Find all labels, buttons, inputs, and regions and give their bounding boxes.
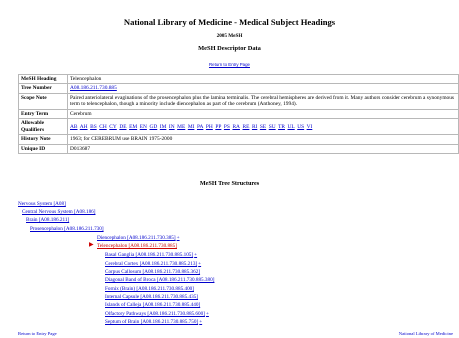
tree-node-nervous-system[interactable]: Nervous System [A08] — [18, 201, 66, 207]
tree-node-brain[interactable]: Brain [A08.186.211] — [26, 217, 69, 223]
expand-plus[interactable]: + — [206, 311, 209, 317]
tree-structure: Nervous System [A08] Central Nervous Sys… — [0, 0, 459, 338]
tree-node-basal-ganglia[interactable]: Basal Ganglia [A08.186.211.730.885.105]+ — [105, 252, 197, 258]
tree-node-diagonal-band-of-broca[interactable]: Diagonal Band of Broca [A08.186.211.730.… — [105, 277, 214, 283]
expand-plus[interactable]: + — [177, 235, 180, 241]
tree-node-central-nervous-system[interactable]: Central Nervous System [A08.186] — [22, 209, 95, 215]
footer-return-link[interactable]: Return to Entry Page — [18, 331, 57, 336]
tree-node-corpus-callosum[interactable]: Corpus Callosum [A08.186.211.730.885.362… — [105, 269, 200, 275]
expand-plus[interactable]: + — [198, 261, 201, 267]
tree-node-label: Basal Ganglia [A08.186.211.730.885.105] — [105, 252, 194, 258]
tree-node-diencephalon[interactable]: Diencephalon [A08.186.211.730.385]+ — [97, 235, 180, 241]
current-node-arrow-icon: ▶ — [89, 242, 94, 248]
tree-node-fornix[interactable]: Fornix (Brain) [A08.186.211.730.885.400] — [105, 286, 194, 292]
tree-node-telencephalon-current[interactable]: Telencephalon [A08.186.211.730.885] — [97, 243, 177, 249]
tree-node-label: Septum of Brain [A08.186.211.730.885.750… — [105, 319, 199, 325]
footer-nlm-link[interactable]: National Library of Medicine — [399, 331, 453, 336]
expand-plus[interactable]: + — [199, 319, 202, 325]
tree-node-prosencephalon[interactable]: Prosencephalon [A08.186.211.730] — [30, 226, 104, 232]
tree-node-cerebral-cortex[interactable]: Cerebral Cortex [A08.186.211.730.885.213… — [105, 261, 201, 267]
tree-node-internal-capsule[interactable]: Internal Capsule [A08.186.211.730.885.43… — [105, 294, 198, 300]
tree-node-label: Olfactory Pathways [A08.186.211.730.885.… — [105, 311, 205, 317]
tree-node-olfactory-pathways[interactable]: Olfactory Pathways [A08.186.211.730.885.… — [105, 311, 209, 317]
tree-node-label: Diencephalon [A08.186.211.730.385] — [97, 235, 176, 241]
tree-node-septum-of-brain[interactable]: Septum of Brain [A08.186.211.730.885.750… — [105, 319, 202, 325]
expand-plus[interactable]: + — [194, 252, 197, 258]
tree-node-label: Cerebral Cortex [A08.186.211.730.885.213… — [105, 261, 198, 267]
tree-node-islands-of-calleja[interactable]: Islands of Calleja [A08.186.211.730.885.… — [105, 302, 200, 308]
